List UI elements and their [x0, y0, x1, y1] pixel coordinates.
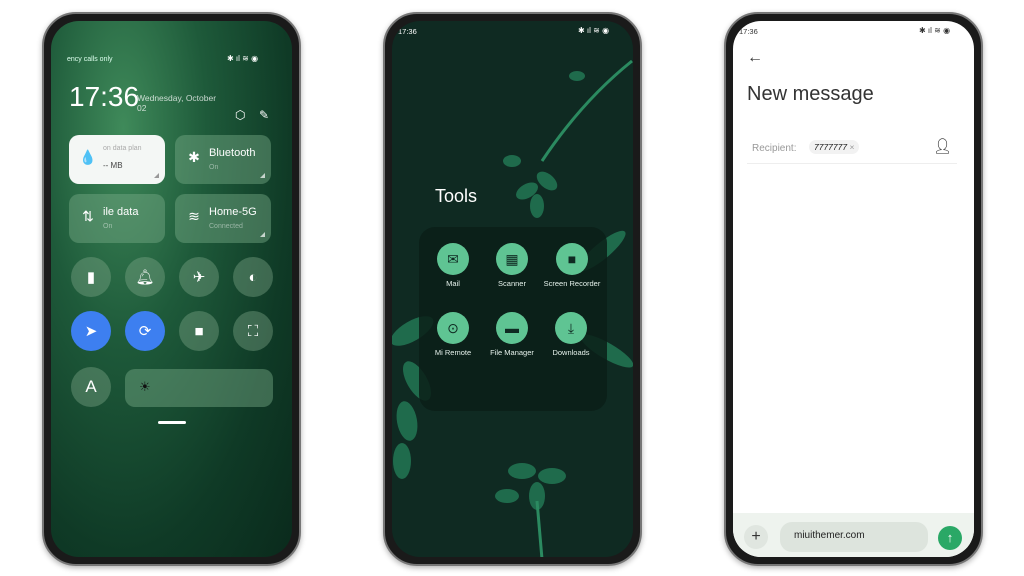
contact-icon[interactable]: 👤︎: [933, 137, 952, 155]
mail-icon: ✉: [437, 243, 469, 275]
video-camera-icon: ■: [194, 322, 204, 340]
date: Wednesday, October 02: [137, 93, 217, 113]
status-icons: ✱ ıl ≋ ◉: [227, 54, 259, 63]
page-title: New message: [747, 83, 874, 105]
tile-sub: -- MB: [103, 161, 123, 170]
clock: 17:36: [69, 81, 140, 112]
tile-data-plan[interactable]: 💧 on data plan -- MB: [69, 135, 165, 184]
tile-bluetooth[interactable]: ✱ Bluetooth On: [175, 135, 271, 184]
tile-sub: On: [209, 164, 219, 171]
remove-chip-icon[interactable]: ×: [849, 142, 854, 152]
arrow-up-icon: ↑: [946, 530, 954, 545]
status-time: 17:36: [398, 27, 417, 36]
control-center-screen: ency calls only ✱ ıl ≋ ◉ 17:36 Wednesday…: [51, 21, 292, 557]
app-label: Scanner: [498, 279, 526, 288]
app-scanner[interactable]: ▦ Scanner: [482, 243, 542, 288]
water-drop-icon: 💧: [79, 149, 97, 165]
video-camera-icon: ■: [556, 243, 588, 275]
sun-icon: ☀: [139, 379, 151, 394]
tile-wifi[interactable]: ≋ Home-5G Connected: [175, 194, 271, 243]
brightness-slider[interactable]: ☀: [125, 369, 273, 407]
flashlight-icon: ▮: [86, 269, 96, 286]
status-icons: ✱ ıl ≋ ◉: [919, 26, 951, 35]
message-input[interactable]: miuithemer.com: [780, 522, 928, 552]
mobile-data-icon: ⇅: [82, 208, 94, 224]
tile-mobile-data[interactable]: ⇅ ile data On: [69, 194, 165, 243]
app-label: Screen Recorder: [543, 279, 601, 288]
tile-title: Home-5G: [209, 206, 257, 218]
plus-icon[interactable]: +: [744, 525, 768, 549]
dark-mode-toggle[interactable]: ◐: [233, 257, 273, 297]
phone-tools-folder: 17:36 ✱ ıl ≋ ◉ Tools ✉ Mail ▦ Scanner ■ Scr…: [383, 12, 642, 566]
scan-icon: ⛶: [247, 322, 259, 340]
tile-title: Bluetooth: [209, 147, 256, 159]
bell-icon: 🔔︎: [135, 269, 155, 286]
bell-toggle[interactable]: 🔔︎: [125, 257, 165, 297]
app-file-manager[interactable]: ▬ File Manager: [490, 312, 534, 357]
tile-sub: Connected: [209, 223, 243, 230]
auto-brightness-button[interactable]: A: [71, 367, 111, 407]
qr-icon: ▦: [496, 243, 528, 275]
dark-mode-icon: ◐: [248, 268, 258, 286]
auto-brightness-label: A: [85, 377, 97, 396]
recipient-chip-text: 7777777: [814, 142, 848, 152]
status-icons: ✱ ıl ≋ ◉: [578, 26, 610, 35]
status-time: 17:36: [739, 27, 758, 36]
app-label: Mail: [446, 279, 460, 288]
expand-corner-icon: [260, 232, 265, 237]
recipient-row[interactable]: Recipient: 7777777 × 👤︎: [747, 124, 957, 164]
app-screen-recorder[interactable]: ■ Screen Recorder: [541, 243, 603, 288]
folder-icon: ▬: [496, 312, 528, 344]
folder-title: Tools: [435, 186, 478, 206]
rotation-lock-toggle[interactable]: ⟳: [125, 311, 165, 351]
tile-sub: On: [103, 223, 113, 230]
app-label: Downloads: [552, 348, 590, 357]
rotation-lock-icon: ⟳: [138, 323, 152, 340]
expand-corner-icon: [154, 173, 159, 178]
remote-icon: ⊙: [437, 312, 469, 344]
compose-bar: + miuithemer.com ↑: [733, 513, 974, 557]
screen-record-toggle[interactable]: ■: [179, 311, 219, 351]
send-button[interactable]: ↑: [938, 526, 962, 550]
phone-new-message: 17:36 ✱ ıl ≋ ◉ ← New message Recipient: …: [724, 12, 983, 566]
tile-title: on data plan: [103, 145, 142, 152]
airplane-icon: ✈: [192, 269, 206, 286]
app-mail[interactable]: ✉ Mail: [423, 243, 483, 288]
download-icon: ⤓: [555, 312, 587, 344]
tile-title: ile data: [103, 206, 139, 218]
home-screen: 17:36 ✱ ıl ≋ ◉ Tools ✉ Mail ▦ Scanner ■ Scr…: [392, 21, 633, 557]
bluetooth-icon: ✱: [188, 149, 200, 165]
location-icon: ➤: [84, 323, 98, 340]
messaging-screen: 17:36 ✱ ıl ≋ ◉ ← New message Recipient: …: [733, 21, 974, 557]
airplane-toggle[interactable]: ✈: [179, 257, 219, 297]
expand-corner-icon: [260, 173, 265, 178]
scan-toggle[interactable]: ⛶: [233, 311, 273, 351]
location-toggle[interactable]: ➤: [71, 311, 111, 351]
folder-panel: ✉ Mail ▦ Scanner ■ Screen Recorder ⊙ Mi Remo…: [419, 227, 607, 411]
flashlight-toggle[interactable]: ▮: [71, 257, 111, 297]
edit-icon[interactable]: ✎: [259, 108, 269, 122]
wifi-icon: ≋: [188, 208, 200, 224]
status-text: ency calls only: [67, 56, 113, 63]
phone-control-center: ency calls only ✱ ıl ≋ ◉ 17:36 Wednesday…: [42, 12, 301, 566]
app-downloads[interactable]: ⤓ Downloads: [541, 312, 601, 357]
app-label: File Manager: [490, 348, 534, 357]
recipient-label: Recipient:: [752, 143, 797, 154]
settings-icon[interactable]: ⬡: [235, 108, 245, 122]
drag-handle[interactable]: [158, 421, 186, 424]
app-mi-remote[interactable]: ⊙ Mi Remote: [423, 312, 483, 357]
app-label: Mi Remote: [434, 348, 472, 357]
back-arrow-icon[interactable]: ←: [747, 49, 763, 67]
recipient-chip[interactable]: 7777777 ×: [809, 140, 860, 154]
